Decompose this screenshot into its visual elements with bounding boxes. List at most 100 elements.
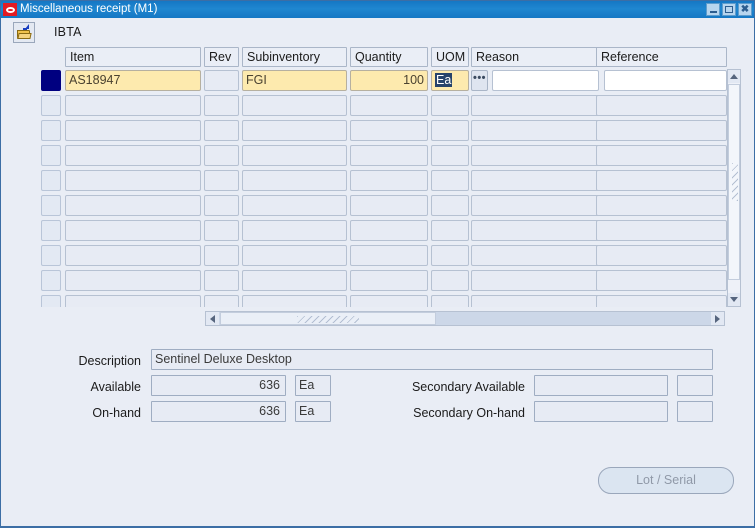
cell-uom[interactable] (431, 270, 469, 291)
cell-reason[interactable] (471, 195, 599, 216)
table-row[interactable] (37, 269, 739, 294)
cell-item[interactable] (65, 245, 201, 266)
cell-subinventory[interactable] (242, 245, 347, 266)
scroll-down-button[interactable] (728, 293, 740, 306)
cell-rev[interactable] (204, 270, 239, 291)
available-field[interactable]: 636 (151, 375, 286, 396)
minimize-button[interactable] (706, 3, 720, 16)
cell-subinventory[interactable] (242, 170, 347, 191)
table-row[interactable]: AS18947 FGI 100 Ea ••• (37, 69, 739, 94)
cell-rev[interactable] (204, 95, 239, 116)
secondary-onhand-field[interactable] (534, 401, 668, 422)
cell-rev[interactable] (204, 70, 239, 91)
cell-quantity[interactable] (350, 245, 428, 266)
cell-subinventory[interactable] (242, 220, 347, 241)
cell-quantity[interactable] (350, 95, 428, 116)
cell-reference[interactable] (596, 245, 727, 266)
cell-uom[interactable] (431, 295, 469, 307)
column-header-reason[interactable]: Reason (471, 47, 599, 67)
cell-uom[interactable] (431, 170, 469, 191)
secondary-available-uom-field[interactable] (677, 375, 713, 396)
cell-rev[interactable] (204, 245, 239, 266)
table-row[interactable] (37, 169, 739, 194)
maximize-button[interactable] (722, 3, 736, 16)
row-selector[interactable] (41, 245, 61, 266)
row-selector[interactable] (41, 70, 61, 91)
cell-quantity[interactable]: 100 (350, 70, 428, 91)
row-selector[interactable] (41, 145, 61, 166)
table-row[interactable] (37, 94, 739, 119)
onhand-uom-field[interactable]: Ea (295, 401, 331, 422)
cell-item[interactable]: AS18947 (65, 70, 201, 91)
available-uom-field[interactable]: Ea (295, 375, 331, 396)
cell-reason[interactable] (471, 220, 599, 241)
cell-subinventory[interactable] (242, 270, 347, 291)
cell-uom[interactable] (431, 95, 469, 116)
cell-item[interactable] (65, 170, 201, 191)
cell-item[interactable] (65, 220, 201, 241)
cell-quantity[interactable] (350, 195, 428, 216)
row-selector[interactable] (41, 95, 61, 116)
lot-serial-button[interactable]: Lot / Serial (598, 467, 734, 494)
cell-quantity[interactable] (350, 145, 428, 166)
table-row[interactable] (37, 294, 739, 307)
cell-reference[interactable] (604, 70, 727, 91)
cell-reference[interactable] (596, 120, 727, 141)
cell-reference[interactable] (596, 295, 727, 307)
description-field[interactable]: Sentinel Deluxe Desktop (151, 349, 713, 370)
cell-reason[interactable] (492, 70, 599, 91)
scroll-right-button[interactable] (711, 312, 724, 325)
cell-rev[interactable] (204, 145, 239, 166)
column-header-rev[interactable]: Rev (204, 47, 239, 67)
column-header-uom[interactable]: UOM (431, 47, 469, 67)
row-selector[interactable] (41, 220, 61, 241)
table-row[interactable] (37, 144, 739, 169)
cell-reason[interactable] (471, 95, 599, 116)
cell-rev[interactable] (204, 170, 239, 191)
cell-reference[interactable] (596, 220, 727, 241)
cell-rev[interactable] (204, 220, 239, 241)
column-header-quantity[interactable]: Quantity (350, 47, 428, 67)
column-header-item[interactable]: Item (65, 47, 201, 67)
cell-uom[interactable] (431, 220, 469, 241)
close-button[interactable]: ✖ (738, 3, 752, 16)
table-row[interactable] (37, 244, 739, 269)
cell-subinventory[interactable] (242, 295, 347, 307)
table-row[interactable] (37, 219, 739, 244)
secondary-onhand-uom-field[interactable] (677, 401, 713, 422)
cell-uom[interactable]: Ea (431, 70, 469, 91)
cell-item[interactable] (65, 295, 201, 307)
column-header-subinventory[interactable]: Subinventory (242, 47, 347, 67)
cell-reference[interactable] (596, 195, 727, 216)
cell-subinventory[interactable]: FGI (242, 70, 347, 91)
list-of-values-button[interactable]: ••• (471, 70, 488, 91)
cell-item[interactable] (65, 120, 201, 141)
grid-vertical-scrollbar[interactable] (727, 69, 741, 307)
grid-horizontal-scrollbar[interactable] (205, 311, 725, 326)
vertical-scroll-thumb[interactable] (728, 84, 740, 280)
cell-reason[interactable] (471, 170, 599, 191)
cell-subinventory[interactable] (242, 195, 347, 216)
cell-rev[interactable] (204, 120, 239, 141)
row-selector[interactable] (41, 120, 61, 141)
cell-reason[interactable] (471, 120, 599, 141)
cell-item[interactable] (65, 195, 201, 216)
scroll-up-button[interactable] (728, 70, 740, 83)
row-selector[interactable] (41, 195, 61, 216)
cell-item[interactable] (65, 270, 201, 291)
horizontal-scroll-thumb[interactable] (220, 312, 436, 325)
cell-reference[interactable] (596, 95, 727, 116)
scroll-left-button[interactable] (206, 312, 219, 325)
cell-uom[interactable] (431, 195, 469, 216)
window-titlebar[interactable]: Miscellaneous receipt (M1) ✖ (1, 1, 754, 18)
cell-reason[interactable] (471, 245, 599, 266)
cell-reason[interactable] (471, 295, 599, 307)
cell-subinventory[interactable] (242, 145, 347, 166)
cell-reason[interactable] (471, 270, 599, 291)
open-folder-button[interactable] (13, 21, 35, 43)
cell-reference[interactable] (596, 270, 727, 291)
row-selector[interactable] (41, 295, 61, 307)
cell-rev[interactable] (204, 295, 239, 307)
cell-uom[interactable] (431, 245, 469, 266)
cell-quantity[interactable] (350, 170, 428, 191)
